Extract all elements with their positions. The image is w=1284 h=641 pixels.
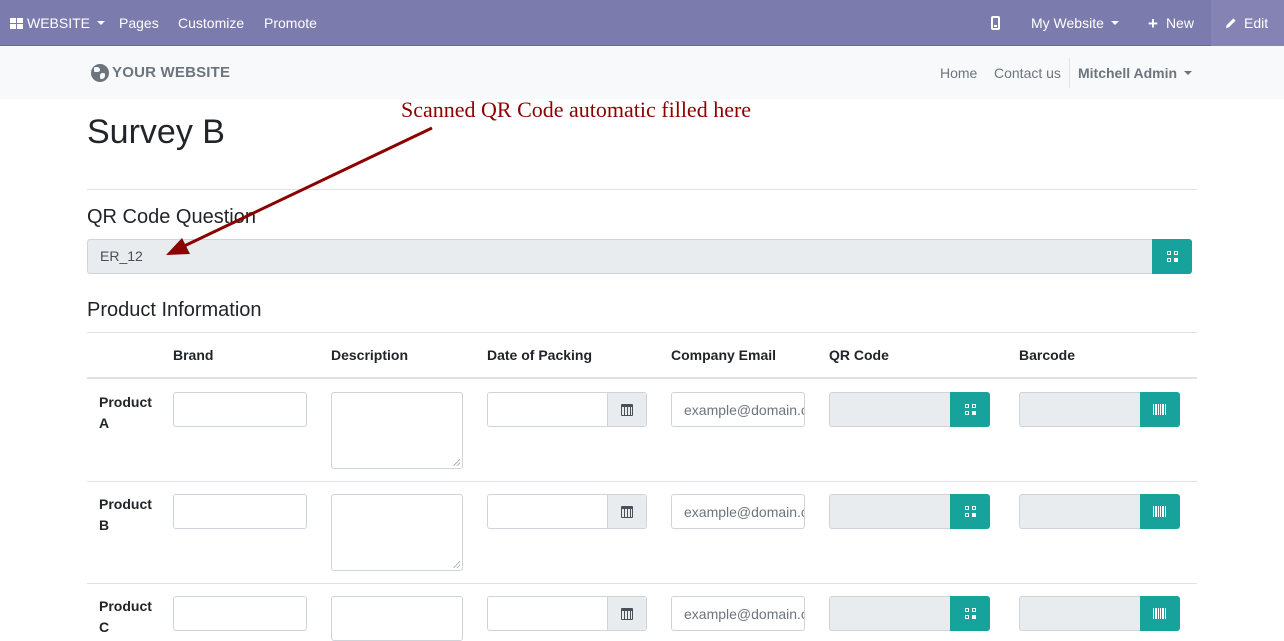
caret-down-icon bbox=[1184, 70, 1193, 75]
title-divider bbox=[87, 189, 1197, 190]
brand-input[interactable] bbox=[173, 392, 307, 427]
column-header-description: Description bbox=[331, 347, 409, 363]
globe-icon bbox=[91, 63, 109, 82]
barcode-input[interactable] bbox=[1019, 392, 1141, 427]
qr-scan-button[interactable] bbox=[950, 392, 990, 427]
barcode-input[interactable] bbox=[1019, 596, 1141, 631]
company-email-input[interactable]: example@domain.com bbox=[671, 596, 805, 631]
company-email-input[interactable]: example@domain.com bbox=[671, 494, 805, 529]
barcode-icon bbox=[1153, 506, 1167, 517]
new-label: New bbox=[1165, 15, 1194, 31]
site-logo-text: YOUR WEBSITE bbox=[112, 64, 231, 81]
qr-code-icon bbox=[964, 506, 976, 517]
description-textarea[interactable] bbox=[331, 494, 463, 571]
qr-question-label: QR Code Question bbox=[87, 206, 256, 228]
barcode-scan-button[interactable] bbox=[1140, 392, 1180, 427]
pages-menu[interactable]: Pages bbox=[119, 0, 159, 46]
annotation-text: Scanned QR Code automatic filled here bbox=[401, 97, 752, 122]
column-header-company-email: Company Email bbox=[671, 347, 777, 363]
calendar-icon bbox=[621, 403, 633, 416]
calendar-icon bbox=[621, 607, 633, 620]
barcode-scan-button[interactable] bbox=[1140, 494, 1180, 529]
site-header: YOUR WEBSITE Home Contact us Mitchell Ad… bbox=[0, 46, 1284, 99]
survey-title: Survey B bbox=[87, 113, 225, 151]
plus-icon: + bbox=[1148, 13, 1158, 33]
mobile-preview-button[interactable] bbox=[991, 0, 1000, 46]
customize-menu[interactable]: Customize bbox=[178, 0, 244, 46]
column-header-date-of-packing: Date of Packing bbox=[487, 347, 593, 363]
description-textarea[interactable] bbox=[331, 392, 463, 469]
qr-scan-button[interactable] bbox=[950, 494, 990, 529]
qr-code-icon bbox=[1166, 251, 1178, 262]
calendar-button[interactable] bbox=[607, 393, 646, 426]
description-textarea[interactable] bbox=[331, 596, 463, 641]
qr-scan-button[interactable] bbox=[1152, 239, 1192, 274]
qr-code-icon bbox=[964, 608, 976, 619]
user-name: Mitchell Admin bbox=[1078, 64, 1178, 81]
new-button[interactable]: + New bbox=[1148, 0, 1194, 46]
qr-question-input[interactable]: ER_12 bbox=[87, 239, 1153, 274]
table-header-border bbox=[87, 377, 1197, 379]
date-of-packing-input[interactable] bbox=[487, 392, 647, 427]
nav-home[interactable]: Home bbox=[940, 46, 977, 99]
qr-code-input[interactable] bbox=[829, 596, 951, 631]
nav-contact-us[interactable]: Contact us bbox=[994, 46, 1061, 99]
barcode-icon bbox=[1153, 404, 1167, 415]
caret-down-icon bbox=[1110, 21, 1119, 25]
website-menu[interactable]: WEBSITE bbox=[10, 0, 106, 46]
my-website-menu[interactable]: My Website bbox=[1031, 0, 1119, 46]
column-header-qr-code: QR Code bbox=[829, 347, 889, 363]
barcode-scan-button[interactable] bbox=[1140, 596, 1180, 631]
date-of-packing-input[interactable] bbox=[487, 596, 647, 631]
barcode-icon bbox=[1153, 608, 1167, 619]
mobile-icon bbox=[991, 16, 1000, 30]
qr-scan-button[interactable] bbox=[950, 596, 990, 631]
site-logo[interactable]: YOUR WEBSITE bbox=[91, 46, 230, 99]
calendar-icon bbox=[621, 505, 633, 518]
website-admin-bar: WEBSITE Pages Customize Promote My Websi… bbox=[0, 0, 1284, 46]
brand-input[interactable] bbox=[173, 596, 307, 631]
promote-menu[interactable]: Promote bbox=[264, 0, 317, 46]
column-header-barcode: Barcode bbox=[1019, 347, 1076, 363]
nav-divider bbox=[1069, 58, 1070, 88]
row-label-product-b: Product B bbox=[99, 496, 152, 533]
qr-code-input[interactable] bbox=[829, 494, 951, 529]
resize-handle-icon[interactable] bbox=[453, 459, 460, 466]
calendar-button[interactable] bbox=[607, 597, 646, 630]
qr-code-icon bbox=[964, 404, 976, 415]
pencil-icon bbox=[1225, 17, 1237, 29]
caret-down-icon bbox=[97, 21, 106, 25]
user-menu[interactable]: Mitchell Admin bbox=[1078, 46, 1193, 99]
website-menu-label: WEBSITE bbox=[27, 15, 91, 31]
column-header-brand: Brand bbox=[173, 347, 214, 363]
row-divider bbox=[87, 481, 1197, 482]
edit-label: Edit bbox=[1244, 15, 1269, 31]
brand-input[interactable] bbox=[173, 494, 307, 529]
company-email-input[interactable]: example@domain.com bbox=[671, 392, 805, 427]
my-website-label: My Website bbox=[1031, 15, 1104, 31]
table-top-border bbox=[87, 332, 1197, 333]
row-label-product-c: Product C bbox=[99, 598, 152, 635]
product-section-label: Product Information bbox=[87, 299, 262, 321]
qr-code-input[interactable] bbox=[829, 392, 951, 427]
resize-handle-icon[interactable] bbox=[453, 561, 460, 568]
barcode-input[interactable] bbox=[1019, 494, 1141, 529]
date-of-packing-input[interactable] bbox=[487, 494, 647, 529]
edit-button[interactable]: Edit bbox=[1225, 0, 1268, 46]
row-label-product-a: Product A bbox=[99, 394, 152, 431]
row-divider bbox=[87, 583, 1197, 584]
apps-grid-icon bbox=[10, 17, 23, 29]
calendar-button[interactable] bbox=[607, 495, 646, 528]
